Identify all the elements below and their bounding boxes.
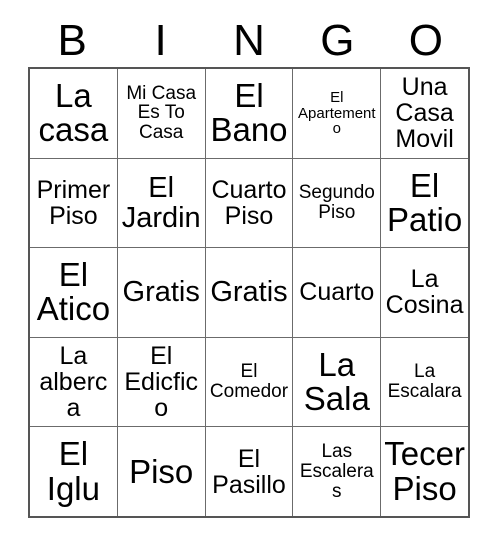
bingo-grid: La casa Mi Casa Es To Casa El Bano El Ap… [28, 67, 470, 518]
bingo-cell-label: El Atico [36, 256, 111, 328]
bingo-cell-label: El Edicfico [124, 342, 199, 423]
bingo-cell-label: La Sala [303, 345, 370, 418]
bingo-cell-label: La Escalara [387, 361, 462, 403]
bingo-row: El Atico Gratis Gratis Cuarto La Cosina [30, 248, 468, 338]
bingo-cell[interactable]: El Comedor [206, 337, 294, 427]
bingo-cell-label: Gratis [210, 276, 288, 309]
bingo-cell-label: Piso [129, 452, 194, 490]
bingo-cell-label: La alberca [39, 342, 108, 423]
bingo-cell-label: Segundo Piso [298, 182, 375, 223]
bingo-cell-label: Una Casa Movil [395, 73, 454, 154]
bingo-cell[interactable]: El Jardin [118, 158, 206, 248]
bingo-cell-free[interactable]: Gratis [118, 248, 206, 337]
bingo-cell-label: El Pasillo [212, 444, 286, 499]
bingo-cell[interactable]: Primer Piso [30, 158, 118, 248]
bingo-cell-label: El Comedor [209, 361, 289, 403]
bingo-cell[interactable]: El Atico [30, 248, 118, 337]
bingo-cell[interactable]: Una Casa Movil [381, 69, 468, 158]
bingo-cell-label: Gratis [122, 276, 200, 309]
bingo-cell[interactable]: El Pasillo [206, 427, 294, 516]
header-letter-g: G [320, 15, 355, 65]
bingo-cell[interactable]: Cuarto [293, 248, 382, 337]
bingo-cell-label: El Apartemento [298, 88, 376, 138]
bingo-cell[interactable]: El Apartemento [293, 69, 382, 158]
bingo-cell[interactable]: El Iglu [30, 427, 118, 516]
bingo-cell-free[interactable]: Gratis [206, 248, 294, 337]
bingo-cell-label: Las Escaleras [299, 441, 374, 502]
bingo-cell[interactable]: Segundo Piso [293, 158, 382, 248]
bingo-cell-label: La Cosina [385, 265, 464, 320]
bingo-cell[interactable]: La casa [30, 69, 118, 158]
bingo-row: El Iglu Piso El Pasillo Las Escaleras Te… [30, 427, 468, 516]
bingo-cell-label: Cuarto [299, 278, 375, 307]
bingo-cell[interactable]: Las Escaleras [293, 427, 382, 516]
bingo-cell-label: Primer Piso [36, 175, 111, 230]
bingo-cell-label: Cuarto Piso [211, 175, 287, 230]
bingo-cell-label: Mi Casa Es To Casa [126, 82, 197, 144]
bingo-row: Primer Piso El Jardin Cuarto Piso Segund… [30, 158, 468, 249]
bingo-cell[interactable]: La Cosina [381, 248, 468, 337]
bingo-header-row: B I N G O [28, 14, 470, 67]
bingo-cell[interactable]: Mi Casa Es To Casa [118, 69, 206, 158]
bingo-cell-label: La casa [38, 76, 109, 149]
bingo-cell-label: Tecer Piso [384, 435, 465, 507]
bingo-cell[interactable]: El Bano [206, 69, 294, 158]
bingo-card: B I N G O La casa Mi Casa Es To Casa El … [0, 0, 500, 544]
bingo-cell-label: El Jardin [121, 171, 201, 234]
bingo-cell-label: El Iglu [46, 435, 100, 507]
bingo-cell[interactable]: Cuarto Piso [206, 158, 294, 248]
bingo-cell[interactable]: La Sala [293, 337, 382, 427]
bingo-cell[interactable]: La alberca [30, 337, 118, 427]
bingo-cell[interactable]: Piso [118, 427, 206, 516]
bingo-row: La alberca El Edicfico El Comedor La Sal… [30, 337, 468, 428]
bingo-row: La casa Mi Casa Es To Casa El Bano El Ap… [30, 69, 468, 159]
header-letter-b: B [57, 15, 87, 65]
bingo-cell[interactable]: Tecer Piso [381, 427, 468, 516]
bingo-cell[interactable]: El Patio [381, 159, 468, 248]
bingo-cell-label: El Patio [386, 166, 463, 238]
bingo-cell[interactable]: El Edicfico [118, 337, 206, 427]
header-letter-n: N [233, 15, 265, 65]
header-letter-o: O [408, 15, 443, 65]
bingo-cell[interactable]: La Escalara [381, 338, 468, 427]
header-letter-i: I [154, 15, 167, 65]
bingo-cell-label: El Bano [210, 76, 288, 149]
